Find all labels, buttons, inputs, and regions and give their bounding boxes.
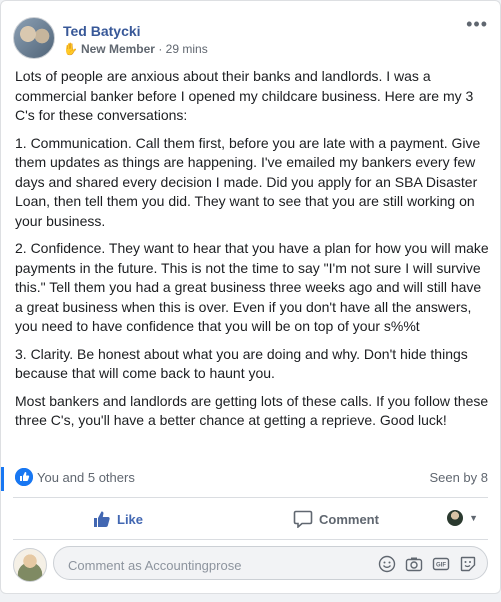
post-card: Ted Batycki ✋ New Member · 29 mins ••• Lo…: [0, 0, 501, 594]
comment-tools: GIF: [378, 555, 477, 573]
divider: [13, 497, 488, 498]
emoji-icon[interactable]: [378, 555, 396, 573]
action-bar: Like Comment ▼: [13, 504, 488, 534]
post-paragraph: 3. Clarity. Be honest about what you are…: [15, 345, 468, 382]
post-body: Lots of people are anxious about their b…: [15, 67, 489, 439]
thumbs-up-icon: [93, 510, 111, 528]
post-paragraph: Most bankers and landlords are getting l…: [15, 392, 489, 429]
divider: [13, 539, 488, 540]
member-badge[interactable]: New Member: [81, 42, 155, 56]
comment-input[interactable]: [66, 554, 360, 576]
post-paragraph: Lots of people are anxious about their b…: [15, 68, 474, 123]
post-header: Ted Batycki ✋ New Member · 29 mins •••: [13, 15, 488, 63]
chevron-down-icon: ▼: [469, 513, 478, 523]
gif-icon[interactable]: GIF: [432, 555, 450, 573]
author-name[interactable]: Ted Batycki: [63, 23, 141, 39]
post-meta: ✋ New Member · 29 mins: [63, 42, 208, 56]
reaction-count[interactable]: You and 5 others: [37, 470, 135, 485]
meta-separator: ·: [158, 42, 163, 56]
comment-label: Comment: [319, 511, 379, 527]
like-reaction-icon[interactable]: [15, 468, 33, 486]
author-avatar[interactable]: [13, 17, 55, 59]
comment-composer: GIF: [13, 546, 488, 582]
post-as-selector[interactable]: ▼: [447, 510, 478, 526]
reaction-accent-bar: [1, 467, 4, 491]
post-paragraph: 2. Confidence. They want to hear that yo…: [15, 240, 489, 334]
sticker-icon[interactable]: [459, 555, 477, 573]
more-options-icon[interactable]: •••: [466, 15, 488, 33]
wave-hand-icon: ✋: [63, 42, 78, 56]
like-button[interactable]: Like: [93, 510, 143, 528]
svg-text:GIF: GIF: [436, 563, 446, 569]
comment-icon: [293, 510, 313, 529]
like-label: Like: [117, 511, 144, 527]
seen-by[interactable]: Seen by 8: [429, 470, 488, 485]
post-time[interactable]: 29 mins: [166, 42, 208, 56]
comment-box[interactable]: GIF: [53, 546, 488, 580]
profile-avatar-icon: [447, 510, 464, 526]
comment-button[interactable]: Comment: [293, 510, 379, 529]
reactions-bar: You and 5 others Seen by 8: [15, 468, 488, 488]
camera-icon[interactable]: [405, 555, 423, 573]
commenter-avatar[interactable]: [13, 548, 47, 582]
post-paragraph: 1. Communication. Call them first, befor…: [15, 134, 481, 229]
